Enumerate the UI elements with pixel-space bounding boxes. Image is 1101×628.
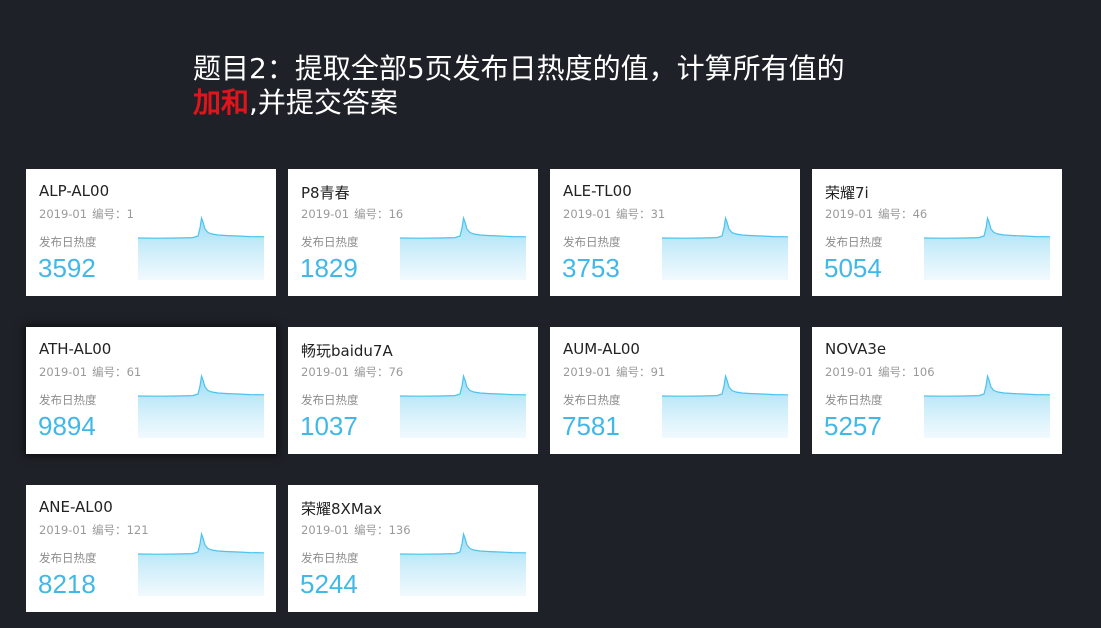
sparkline-area xyxy=(924,376,1050,438)
product-id-label: 编号： xyxy=(92,365,127,379)
metric-value: 5054 xyxy=(824,253,882,283)
metric-label: 发布日热度 xyxy=(825,235,883,249)
metric-value: 1829 xyxy=(300,253,358,283)
metric-label: 发布日热度 xyxy=(301,235,359,249)
product-date: 2019-01 xyxy=(825,207,874,221)
product-id-label: 编号： xyxy=(354,365,389,379)
product-meta: 2019-01 编号：1 xyxy=(39,206,134,222)
sparkline-chart xyxy=(662,215,788,280)
product-date: 2019-01 xyxy=(563,207,612,221)
sparkline-chart xyxy=(400,373,526,438)
sparkline-area xyxy=(400,376,526,438)
product-date: 2019-01 xyxy=(825,365,874,379)
product-meta: 2019-01 编号：31 xyxy=(563,206,665,222)
product-date: 2019-01 xyxy=(301,207,350,221)
product-date: 2019-01 xyxy=(39,207,88,221)
metric-label: 发布日热度 xyxy=(301,393,359,407)
product-id-label: 编号： xyxy=(616,365,651,379)
metric-value: 5257 xyxy=(824,411,882,441)
product-card[interactable]: ALP-AL00 2019-01 编号：1 发布日热度 3592 xyxy=(26,169,276,296)
sparkline-chart xyxy=(138,373,264,438)
product-card-hovered[interactable]: ATH-AL00 2019-01 编号：61 发布日热度 9894 xyxy=(26,327,276,454)
sparkline-chart xyxy=(924,373,1050,438)
product-name: 荣耀7i xyxy=(825,184,869,202)
sparkline-area xyxy=(400,218,526,280)
product-id-label: 编号： xyxy=(354,523,389,537)
sparkline-chart xyxy=(400,215,526,280)
product-name: AUM-AL00 xyxy=(563,340,640,358)
sparkline-area xyxy=(662,218,788,280)
product-meta: 2019-01 编号：91 xyxy=(563,364,665,380)
product-card[interactable]: ALE-TL00 2019-01 编号：31 发布日热度 3753 xyxy=(550,169,800,296)
product-meta: 2019-01 编号：46 xyxy=(825,206,927,222)
metric-value: 7581 xyxy=(562,411,620,441)
page-title: 题目2：提取全部5页发布日热度的值，计算所有值的 加和,并提交答案 xyxy=(193,52,953,120)
product-meta: 2019-01 编号：61 xyxy=(39,364,141,380)
sparkline-area xyxy=(924,218,1050,280)
metric-value: 8218 xyxy=(38,569,96,599)
title-line-2: 加和,并提交答案 xyxy=(193,86,953,120)
product-date: 2019-01 xyxy=(39,523,88,537)
sparkline-area xyxy=(400,534,526,596)
metric-value: 9894 xyxy=(38,411,96,441)
sparkline-chart xyxy=(924,215,1050,280)
metric-label: 发布日热度 xyxy=(563,393,621,407)
product-date: 2019-01 xyxy=(301,365,350,379)
product-card[interactable]: 畅玩baidu7A 2019-01 编号：76 发布日热度 1037 xyxy=(288,327,538,454)
product-card[interactable]: 荣耀7i 2019-01 编号：46 发布日热度 5054 xyxy=(812,169,1062,296)
sparkline-chart xyxy=(138,215,264,280)
product-id-label: 编号： xyxy=(354,207,389,221)
product-name: ATH-AL00 xyxy=(39,340,112,358)
product-meta: 2019-01 编号：106 xyxy=(825,364,935,380)
product-meta: 2019-01 编号：136 xyxy=(301,522,411,538)
product-name: 畅玩baidu7A xyxy=(301,342,393,360)
product-date: 2019-01 xyxy=(39,365,88,379)
metric-value: 5244 xyxy=(300,569,358,599)
metric-label: 发布日热度 xyxy=(563,235,621,249)
product-name: P8青春 xyxy=(301,184,350,202)
product-id-label: 编号： xyxy=(878,365,913,379)
product-card[interactable]: NOVA3e 2019-01 编号：106 发布日热度 5257 xyxy=(812,327,1062,454)
product-card[interactable]: P8青春 2019-01 编号：16 发布日热度 1829 xyxy=(288,169,538,296)
product-meta: 2019-01 编号：121 xyxy=(39,522,149,538)
product-id-label: 编号： xyxy=(92,523,127,537)
sparkline-chart xyxy=(400,531,526,596)
metric-label: 发布日热度 xyxy=(301,551,359,565)
product-card[interactable]: 荣耀8XMax 2019-01 编号：136 发布日热度 5244 xyxy=(288,485,538,612)
sparkline-area xyxy=(138,534,264,596)
sparkline-area xyxy=(138,376,264,438)
product-id-label: 编号： xyxy=(616,207,651,221)
metric-label: 发布日热度 xyxy=(39,235,97,249)
product-name: 荣耀8XMax xyxy=(301,500,382,518)
product-name: ALE-TL00 xyxy=(563,182,632,200)
metric-value: 3592 xyxy=(38,253,96,283)
product-id-label: 编号： xyxy=(878,207,913,221)
product-id-label: 编号： xyxy=(92,207,127,221)
product-card[interactable]: ANE-AL00 2019-01 编号：121 发布日热度 8218 xyxy=(26,485,276,612)
title-line-1: 题目2：提取全部5页发布日热度的值，计算所有值的 xyxy=(193,52,845,85)
product-date: 2019-01 xyxy=(301,523,350,537)
metric-label: 发布日热度 xyxy=(39,393,97,407)
sparkline-chart xyxy=(662,373,788,438)
title-line-2-rest: ,并提交答案 xyxy=(249,86,398,119)
product-date: 2019-01 xyxy=(563,365,612,379)
metric-value: 3753 xyxy=(562,253,620,283)
sparkline-area xyxy=(662,376,788,438)
product-meta: 2019-01 编号：76 xyxy=(301,364,403,380)
metric-value: 1037 xyxy=(300,411,358,441)
product-id: 1 xyxy=(126,207,134,221)
product-meta: 2019-01 编号：16 xyxy=(301,206,403,222)
product-name: NOVA3e xyxy=(825,340,887,358)
product-card[interactable]: AUM-AL00 2019-01 编号：91 发布日热度 7581 xyxy=(550,327,800,454)
title-highlight: 加和 xyxy=(193,86,250,119)
product-name: ALP-AL00 xyxy=(39,182,110,200)
sparkline-area xyxy=(138,218,264,280)
sparkline-chart xyxy=(138,531,264,596)
metric-label: 发布日热度 xyxy=(825,393,883,407)
metric-label: 发布日热度 xyxy=(39,551,97,565)
product-name: ANE-AL00 xyxy=(39,498,113,516)
